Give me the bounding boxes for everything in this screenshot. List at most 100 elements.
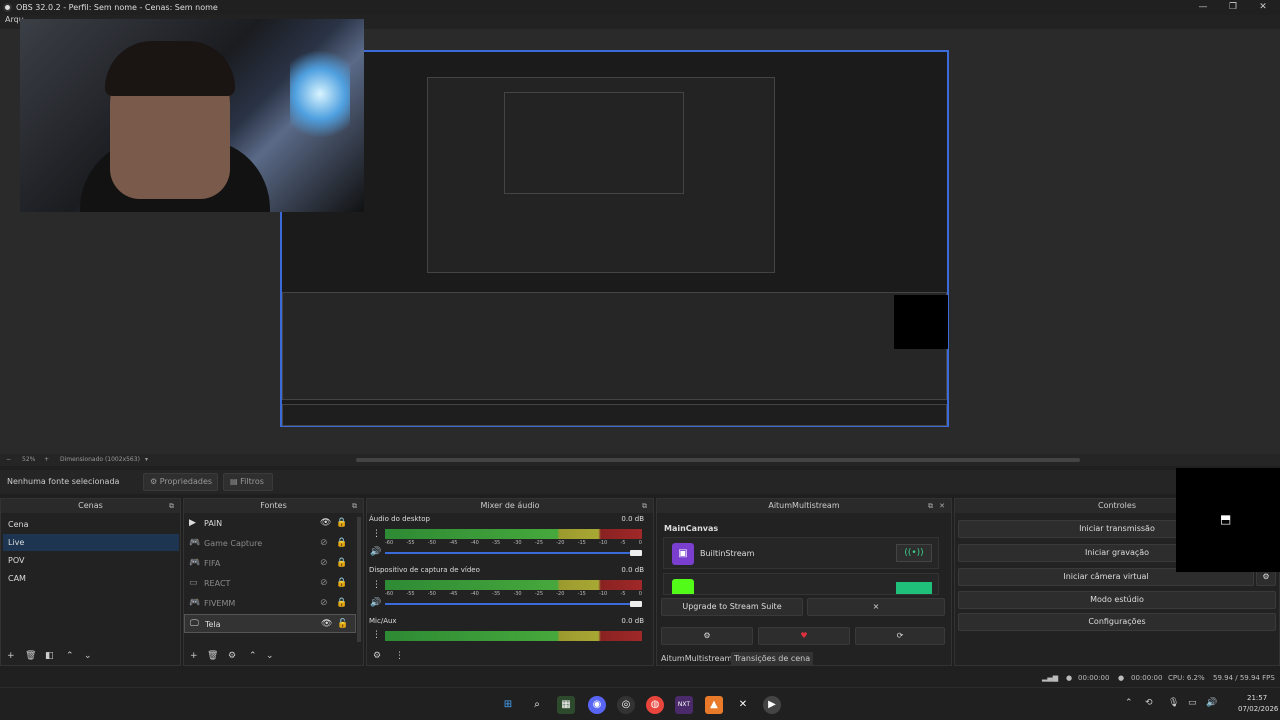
sync-icon[interactable]: ⟲ <box>1145 698 1153 708</box>
tab-transitions[interactable]: Transições de cena <box>731 652 814 665</box>
chrome-icon[interactable]: ◍ <box>646 696 664 714</box>
studio-mode-button[interactable]: Modo estúdio <box>958 591 1276 609</box>
gear-icon[interactable]: ⚙ <box>228 651 236 661</box>
app-icon[interactable]: ▲ <box>705 696 723 714</box>
source-item[interactable]: 🖵 Tela 👁 🔓 <box>184 614 356 633</box>
upgrade-button[interactable]: Upgrade to Stream Suite <box>661 598 803 616</box>
speaker-icon[interactable]: 🔊 <box>370 598 381 608</box>
chevron-up-icon[interactable]: ⌃ <box>249 651 257 661</box>
source-item[interactable]: 🎮 Game Capture ⊘ 🔒 <box>184 534 356 553</box>
stream-toggle-button[interactable]: ((•)) <box>896 544 932 562</box>
lock-icon[interactable]: 🔒 <box>336 594 347 613</box>
zoom-out-button[interactable]: − <box>6 456 11 463</box>
scene-item[interactable]: POV <box>3 552 179 569</box>
lock-icon[interactable]: 🔒 <box>336 514 347 533</box>
kebab-menu-icon[interactable]: ⋮ <box>372 630 381 640</box>
add-icon[interactable]: + <box>7 651 15 661</box>
chevron-down-icon[interactable]: ⌄ <box>266 651 274 661</box>
eye-hidden-icon[interactable]: ⊘ <box>320 594 328 613</box>
windows-start-icon[interactable]: ⊞ <box>499 696 517 714</box>
dock-header: Fontes ⧉ <box>184 499 363 513</box>
chevron-up-icon[interactable]: ⌃ <box>66 651 74 661</box>
filters-button[interactable]: ▤ Filtros <box>223 473 273 491</box>
undock-icon[interactable]: ⧉ <box>352 499 357 513</box>
network-icon[interactable]: ▭ <box>1188 698 1197 708</box>
eye-hidden-icon[interactable]: ⊘ <box>320 554 328 573</box>
microphone-icon[interactable]: 🎙 <box>1168 698 1179 708</box>
tick-label: -5 <box>620 540 626 546</box>
dismiss-button[interactable]: × <box>807 598 945 616</box>
stream-toggle-button[interactable] <box>896 582 932 594</box>
settings-button[interactable]: Configurações <box>958 613 1276 631</box>
volume-slider[interactable] <box>385 550 642 556</box>
eye-hidden-icon[interactable]: ⊘ <box>320 574 328 593</box>
media-player-icon[interactable]: ▶ <box>763 696 781 714</box>
undock-icon[interactable]: ⧉ <box>928 499 933 513</box>
meter-ticks: -60 -55 -50 -45 -40 -35 -30 -25 -20 -15 -10 -5 0 <box>385 591 642 598</box>
lock-icon[interactable]: 🔓 <box>337 615 348 634</box>
scene-item[interactable]: CAM <box>3 570 179 587</box>
obs-icon[interactable]: ◎ <box>617 696 635 714</box>
eye-icon[interactable]: 👁 <box>321 615 332 634</box>
app-icon[interactable]: ▦ <box>557 696 575 714</box>
source-item[interactable]: ▶ PAIN 👁 🔒 <box>184 514 356 533</box>
tick-label: -35 <box>492 591 501 597</box>
eye-hidden-icon[interactable]: ⊘ <box>320 534 328 553</box>
gamepad-icon: 🎮 <box>189 598 201 608</box>
kebab-menu-icon[interactable]: ⋮ <box>395 651 404 661</box>
program-preview[interactable] <box>280 50 949 427</box>
close-icon[interactable]: ✕ <box>939 499 945 513</box>
minimize-button[interactable]: — <box>1188 0 1218 15</box>
tab-multistream[interactable]: AitumMultistream <box>661 654 732 663</box>
slider-knob[interactable] <box>630 601 642 607</box>
volume-meter <box>385 529 642 539</box>
search-icon[interactable]: ⌕ <box>528 696 546 714</box>
properties-button[interactable]: ⚙ Propriedades <box>143 473 218 491</box>
chevron-up-icon[interactable]: ⌃ <box>1125 698 1133 708</box>
trash-icon[interactable]: 🗑 <box>25 651 36 661</box>
close-button[interactable]: ✕ <box>1248 0 1278 15</box>
canvas-name: MainCanvas <box>664 524 719 533</box>
zoom-in-button[interactable]: + <box>44 456 49 463</box>
heart-icon[interactable]: ♥ <box>758 627 850 645</box>
volume-slider[interactable] <box>385 601 642 607</box>
zoom-bar: − 52% + Dimensionado (1002x563) ▾ <box>0 454 1280 466</box>
slider-knob[interactable] <box>630 550 642 556</box>
add-icon[interactable]: + <box>190 651 198 661</box>
volume-meter <box>385 631 642 641</box>
discord-icon[interactable]: ◉ <box>588 696 606 714</box>
clock-date[interactable]: 07/02/2026 <box>1238 705 1278 713</box>
volume-icon[interactable]: 🔊 <box>1206 698 1217 708</box>
refresh-icon[interactable]: ⟳ <box>855 627 945 645</box>
chevron-down-icon[interactable]: ▾ <box>145 456 148 463</box>
chevron-down-icon[interactable]: ⌄ <box>84 651 92 661</box>
scale-mode[interactable]: Dimensionado (1002x563) <box>60 456 140 463</box>
kebab-menu-icon[interactable]: ⋮ <box>372 529 381 539</box>
lock-icon[interactable]: 🔒 <box>336 574 347 593</box>
clock-time[interactable]: 21:57 <box>1247 694 1267 702</box>
tick-label: -20 <box>556 591 565 597</box>
dock-header: AitumMultistream ⧉ ✕ <box>657 499 951 513</box>
excel-icon[interactable]: ✕ <box>734 696 752 714</box>
source-item[interactable]: 🎮 FIVEMM ⊘ 🔒 <box>184 594 356 613</box>
lock-icon[interactable]: 🔒 <box>336 554 347 573</box>
horizontal-scrollbar[interactable] <box>356 458 1080 462</box>
maximize-button[interactable]: ❐ <box>1218 0 1248 15</box>
source-item[interactable]: 🎮 FIFA ⊘ 🔒 <box>184 554 356 573</box>
nexit-icon[interactable]: NXT <box>675 696 693 714</box>
speaker-icon[interactable]: 🔊 <box>370 547 381 557</box>
zoom-level: 52% <box>22 456 36 463</box>
source-item[interactable]: ▭ REACT ⊘ 🔒 <box>184 574 356 593</box>
undock-icon[interactable]: ⧉ <box>169 499 174 513</box>
gear-icon[interactable]: ⚙ <box>661 627 753 645</box>
scene-item[interactable]: Live <box>3 534 179 551</box>
mixer-settings-icon[interactable]: ⚙ <box>373 651 381 661</box>
scene-item[interactable]: Cena <box>3 516 179 533</box>
undock-icon[interactable]: ⧉ <box>642 499 647 513</box>
eye-icon[interactable]: 👁 <box>320 514 331 533</box>
filter-icon[interactable]: ◧ <box>45 651 54 661</box>
lock-icon[interactable]: 🔒 <box>336 534 347 553</box>
vertical-scrollbar[interactable] <box>357 517 361 642</box>
trash-icon[interactable]: 🗑 <box>207 651 218 661</box>
kebab-menu-icon[interactable]: ⋮ <box>372 580 381 590</box>
